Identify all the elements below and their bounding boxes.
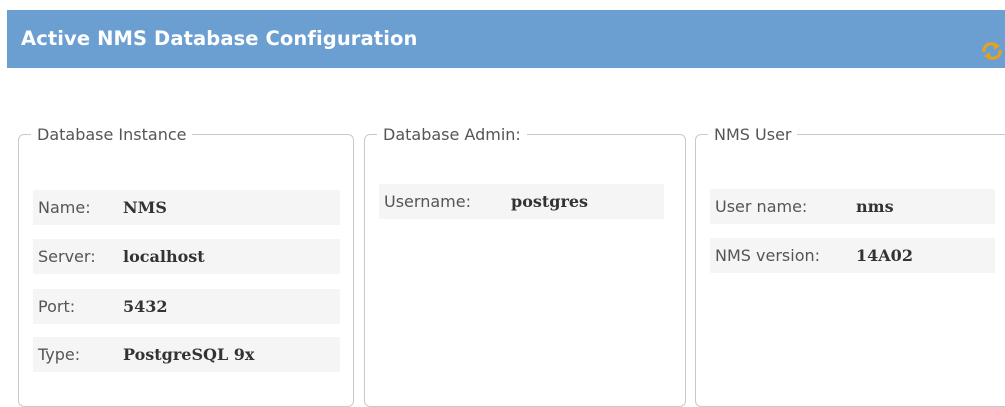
- user-name-value: nms: [856, 197, 894, 216]
- page-title: Active NMS Database Configuration: [21, 27, 418, 50]
- name-row: Name: NMS: [33, 190, 340, 225]
- database-instance-legend: Database Instance: [37, 125, 187, 144]
- database-admin-panel: Database Admin: Username: postgres: [364, 125, 686, 407]
- database-instance-panel: Database Instance Name: NMS Server: loca…: [18, 125, 354, 407]
- server-row: Server: localhost: [33, 239, 340, 274]
- admin-username-row: Username: postgres: [379, 184, 664, 219]
- nms-version-row: NMS version: 14A02: [710, 238, 995, 273]
- server-label: Server:: [38, 247, 96, 266]
- page-header: Active NMS Database Configuration: [7, 10, 1005, 68]
- nms-version-value: 14A02: [856, 246, 913, 265]
- type-value: PostgreSQL 9x: [123, 345, 255, 364]
- nms-user-panel: NMS User User name: nms NMS version: 14A…: [695, 125, 1005, 407]
- type-row: Type: PostgreSQL 9x: [33, 337, 340, 372]
- type-label: Type:: [38, 345, 81, 364]
- admin-username-value: postgres: [511, 192, 589, 211]
- database-admin-legend: Database Admin:: [383, 125, 521, 144]
- refresh-icon[interactable]: [979, 38, 1005, 64]
- server-value: localhost: [123, 247, 205, 266]
- name-value: NMS: [123, 198, 167, 217]
- nms-version-label: NMS version:: [715, 246, 821, 265]
- port-row: Port: 5432: [33, 289, 340, 324]
- user-name-label: User name:: [715, 197, 808, 216]
- nms-user-legend: NMS User: [714, 125, 792, 144]
- name-label: Name:: [38, 198, 91, 217]
- port-label: Port:: [38, 297, 76, 316]
- port-value: 5432: [123, 297, 168, 316]
- user-name-row: User name: nms: [710, 189, 995, 224]
- admin-username-label: Username:: [384, 192, 471, 211]
